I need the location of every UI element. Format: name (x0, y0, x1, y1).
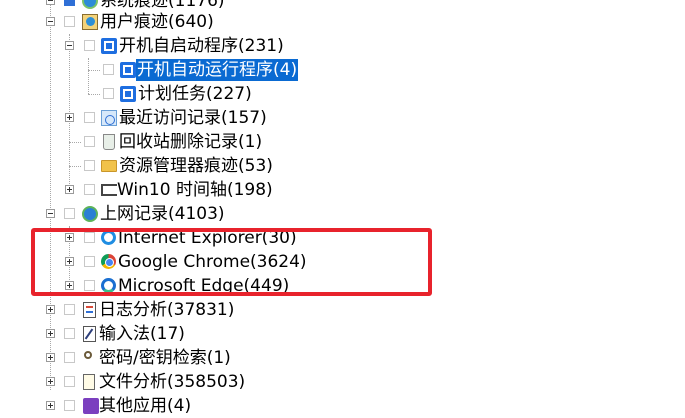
input-method-icon (83, 326, 96, 342)
other-apps-icon (83, 398, 99, 414)
expand-icon[interactable] (46, 377, 55, 386)
autorun-programs-icon (120, 62, 136, 78)
node-label: 用户痕迹(640) (100, 12, 214, 32)
node-label: 上网记录(4103) (100, 204, 225, 224)
startup-programs-icon (101, 38, 117, 54)
expand-icon[interactable] (46, 329, 55, 338)
node-checkbox[interactable] (64, 376, 75, 387)
node-checkbox[interactable] (64, 304, 75, 315)
node-label: 文件分析(358503) (99, 372, 246, 392)
globe-icon (82, 206, 98, 222)
system-trace-icon (82, 0, 98, 9)
node-checkbox[interactable] (64, 0, 75, 6)
tree-node-log-analysis[interactable]: 日志分析(37831) (0, 298, 685, 322)
node-label: 资源管理器痕迹(53) (119, 156, 273, 176)
tree-node-scheduled-tasks[interactable]: 计划任务(227) (0, 82, 685, 106)
tree-node-password-key[interactable]: 密码/密钥检索(1) (0, 346, 685, 370)
node-label: 输入法(17) (99, 324, 185, 344)
node-checkbox[interactable] (84, 160, 95, 171)
node-checkbox[interactable] (64, 352, 75, 363)
node-label: 密码/密钥检索(1) (99, 348, 231, 368)
user-trace-icon (82, 14, 98, 30)
folder-icon (101, 160, 117, 172)
tree-node-autorun-programs[interactable]: 开机自动运行程序(4) (0, 58, 685, 82)
node-checkbox[interactable] (64, 16, 75, 27)
tree-node-input-method[interactable]: 输入法(17) (0, 322, 685, 346)
tree-node-recycle-bin[interactable]: 回收站删除记录(1) (0, 130, 685, 154)
node-label: 日志分析(37831) (99, 300, 235, 320)
highlight-box (31, 228, 432, 296)
node-label: 其他应用(4) (99, 396, 192, 416)
collapse-icon[interactable] (46, 209, 55, 218)
scheduled-tasks-icon (120, 86, 136, 102)
node-checkbox[interactable] (103, 88, 114, 99)
timeline-icon (101, 184, 117, 196)
tree-node-explorer-trace[interactable]: 资源管理器痕迹(53) (0, 154, 685, 178)
node-checkbox[interactable] (64, 208, 75, 219)
node-checkbox[interactable] (103, 64, 114, 75)
node-checkbox[interactable] (84, 136, 95, 147)
key-icon (84, 351, 92, 359)
file-analysis-icon (83, 374, 95, 390)
tree-node-user-trace[interactable]: 用户痕迹(640) (0, 10, 685, 34)
collapse-icon[interactable] (46, 0, 55, 5)
evidence-tree: 系统痕迹(1176) 用户痕迹(640) 开机自启动程序(231) 开机自动运行… (0, 0, 685, 416)
node-checkbox[interactable] (84, 184, 95, 195)
node-checkbox[interactable] (64, 328, 75, 339)
node-checkbox[interactable] (84, 112, 95, 123)
log-analysis-icon (83, 302, 96, 318)
tree-node-win10-timeline[interactable]: Win10 时间轴(198) (0, 178, 685, 202)
node-checkbox[interactable] (84, 40, 95, 51)
node-label: Win10 时间轴(198) (117, 180, 273, 200)
expand-icon[interactable] (65, 113, 74, 122)
recycle-bin-icon (103, 134, 115, 150)
tree-node-file-analysis[interactable]: 文件分析(358503) (0, 370, 685, 394)
node-label: 开机自启动程序(231) (119, 36, 284, 56)
node-label: 计划任务(227) (138, 84, 252, 104)
recent-access-icon (101, 110, 117, 126)
collapse-icon[interactable] (46, 17, 55, 26)
expand-icon[interactable] (46, 305, 55, 314)
tree-node-startup-programs[interactable]: 开机自启动程序(231) (0, 34, 685, 58)
tree-node-other-apps[interactable]: 其他应用(4) (0, 394, 685, 418)
tree-node-web-history[interactable]: 上网记录(4103) (0, 202, 685, 226)
expand-icon[interactable] (65, 185, 74, 194)
expand-icon[interactable] (46, 353, 55, 362)
collapse-icon[interactable] (65, 41, 74, 50)
node-label: 最近访问记录(157) (119, 108, 267, 128)
node-label: 回收站删除记录(1) (119, 132, 263, 152)
expand-icon[interactable] (46, 401, 55, 410)
node-label: 开机自动运行程序(4) (136, 59, 299, 81)
tree-node-recent-access[interactable]: 最近访问记录(157) (0, 106, 685, 130)
